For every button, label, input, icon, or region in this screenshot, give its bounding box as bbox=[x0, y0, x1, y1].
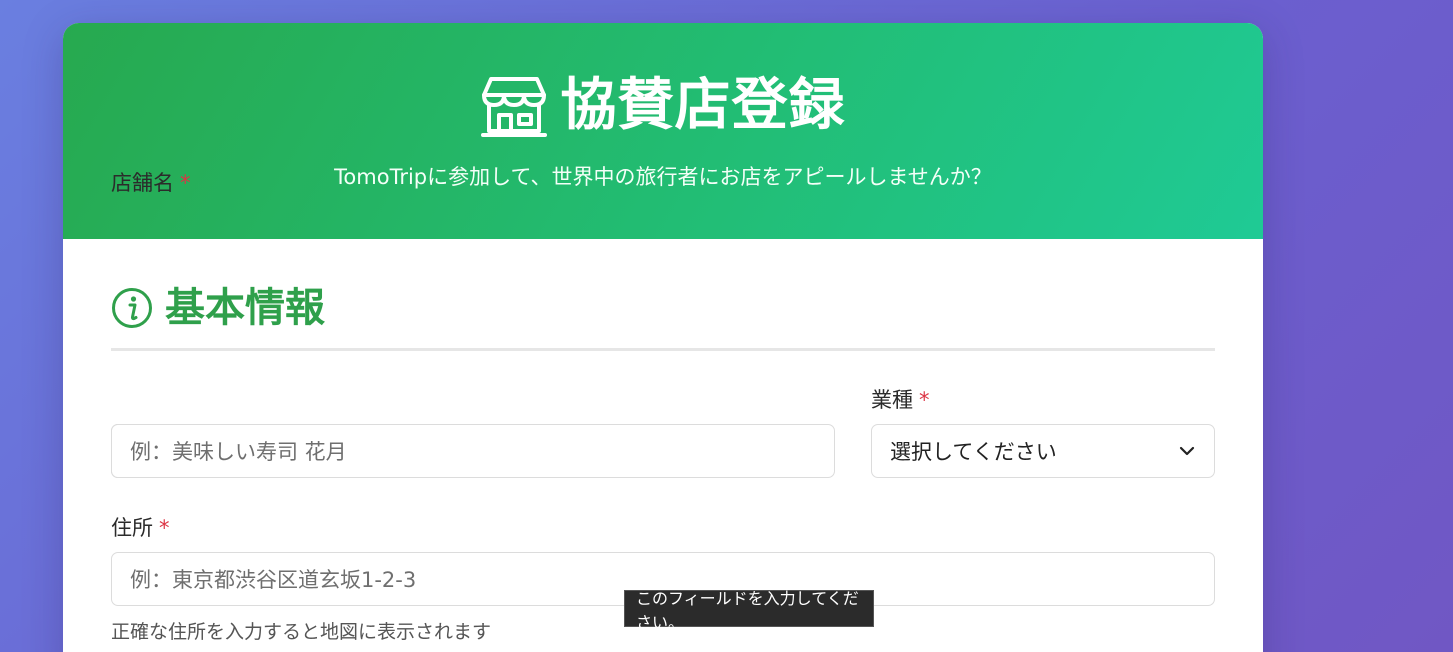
required-mark: * bbox=[180, 171, 191, 195]
store-name-input[interactable]: 例：美味しい寿司 花月 bbox=[111, 424, 835, 478]
store-name-placeholder: 例：美味しい寿司 花月 bbox=[130, 440, 347, 464]
category-label: 業種 * bbox=[871, 384, 930, 414]
info-icon bbox=[112, 288, 152, 328]
page-subtitle: TomoTripに参加して、世界中の旅行者にお店をアピールしませんか？ bbox=[334, 165, 992, 189]
chevron-down-icon bbox=[1179, 446, 1195, 456]
page-title: 協賛店登録 bbox=[560, 73, 846, 138]
category-select[interactable]: 選択してください bbox=[871, 424, 1215, 478]
registration-card: 協賛店登録 TomoTripに参加して、世界中の旅行者にお店をアピールしませんか… bbox=[63, 23, 1263, 652]
store-icon bbox=[480, 77, 547, 137]
section-divider bbox=[111, 348, 1215, 351]
section-header: 基本情報 bbox=[111, 287, 325, 329]
address-label: 住所 * bbox=[111, 512, 170, 542]
category-selected-value: 選択してください bbox=[890, 440, 1057, 464]
address-placeholder: 例：東京都渋谷区道玄坂1-2-3 bbox=[130, 568, 417, 592]
address-help-text: 正確な住所を入力すると地図に表示されます bbox=[111, 621, 492, 643]
title-row: 協賛店登録 bbox=[63, 75, 1263, 137]
category-label-text: 業種 bbox=[871, 388, 913, 412]
validation-tooltip: このフィールドを入力してください。 bbox=[624, 589, 874, 632]
section-title: 基本情報 bbox=[165, 285, 325, 331]
store-name-label: 店舗名 * bbox=[111, 167, 191, 197]
required-mark: * bbox=[159, 516, 170, 540]
address-label-text: 住所 bbox=[111, 516, 153, 540]
required-mark: * bbox=[919, 388, 930, 412]
page-header: 協賛店登録 TomoTripに参加して、世界中の旅行者にお店をアピールしませんか… bbox=[63, 23, 1263, 239]
store-name-label-text: 店舗名 bbox=[111, 171, 174, 195]
